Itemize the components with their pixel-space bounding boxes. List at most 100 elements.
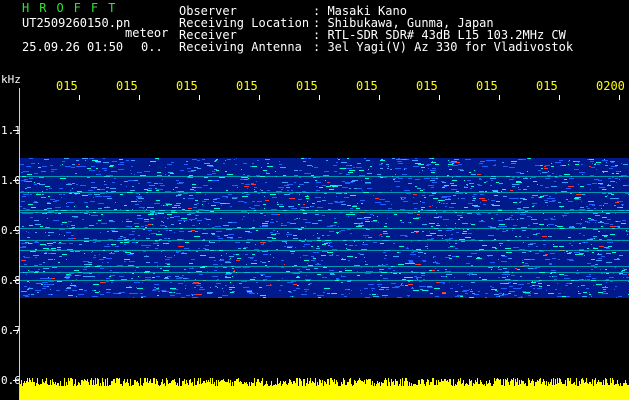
band-speck [148,214,154,215]
band-speck [380,168,383,169]
band-speck [469,289,470,290]
band-speck [138,276,139,277]
band-speck [491,200,495,201]
band-speck [261,190,263,191]
noise-bar [461,384,462,400]
band-speck [211,233,215,234]
noise-bar [42,379,43,400]
band-speck [465,293,468,294]
band-speck [106,292,110,293]
noise-bar [56,385,57,400]
band-speck [588,218,591,219]
band-speck [144,219,149,220]
band-speck [132,239,135,240]
band-speck [457,215,462,216]
band-speck [236,158,237,159]
band-speck [272,238,276,239]
band-speck [128,265,134,266]
band-speck [328,245,330,246]
band-speck [29,282,30,283]
band-speck [207,165,213,166]
band-speck [579,249,584,250]
band-speck [369,294,371,295]
band-speck [413,251,418,252]
band-speck [397,287,399,288]
band-speck [28,294,30,295]
band-speck [493,191,498,192]
band-speck [66,275,68,276]
noise-bar [498,379,499,400]
band-speck [472,196,475,197]
band-speck [299,218,300,219]
band-speck [130,170,131,171]
noise-bar [305,386,306,400]
band-speck [67,202,72,203]
band-speck [291,208,297,209]
band-speck [467,213,472,214]
band-speck [432,205,433,206]
band-speck [95,292,99,293]
noise-bar [433,378,434,400]
band-speck [215,286,217,287]
band-speck [232,291,235,292]
band-speck [365,297,370,298]
band-speck [119,292,125,293]
band-speck [463,231,467,232]
noise-bar [248,386,249,400]
noise-bar [583,380,584,400]
band-speck [441,276,442,277]
band-speck [263,297,266,298]
band-speck [605,286,606,287]
band-speck [227,174,233,175]
band-speck [301,227,304,228]
noise-bar [525,383,526,400]
band-speck [229,256,234,257]
noise-bar [287,385,288,400]
band-speck [512,186,515,187]
band-speck [301,207,306,208]
band-speck [279,164,282,165]
band-line [20,272,629,273]
noise-bar [238,378,239,400]
band-speck [299,271,302,272]
noise-bar [620,383,621,400]
band-speck [80,185,86,186]
band-speck [336,255,339,256]
band-speck [391,190,392,191]
band-speck [401,284,402,285]
band-speck [537,184,538,185]
band-speck [290,223,296,224]
noise-bar [557,378,558,400]
band-speck [438,230,442,231]
band-speck [101,219,102,220]
noise-bar [551,379,552,400]
band-speck [412,249,413,250]
noise-bar [304,379,305,400]
band-speck [170,173,174,174]
band-speck [29,213,33,214]
band-speck [67,249,73,250]
band-speck [610,281,613,282]
band-speck [527,283,530,284]
band-speck [305,239,306,240]
band-speck [430,233,436,234]
band-speck [138,201,142,202]
band-speck [550,253,555,254]
noise-bar [164,383,165,400]
band-speck [564,278,570,279]
band-speck [256,175,260,176]
band-speck [230,292,234,293]
band-speck [238,248,241,249]
hrofft-logo: HROFFT [22,1,126,15]
band-speck [226,203,230,204]
noise-bar [317,382,318,400]
band-speck [31,294,34,295]
noise-bar [502,385,503,400]
band-speck [450,183,454,184]
noise-bar [454,386,455,400]
band-speck [144,256,149,257]
band-speck [623,164,628,165]
band-speck [178,220,182,221]
band-speck [537,288,542,289]
noise-bar [589,382,590,400]
